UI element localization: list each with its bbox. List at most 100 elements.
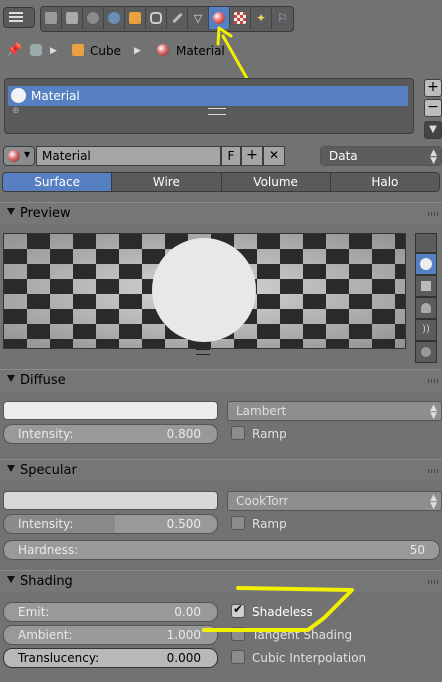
annotation-highlight — [202, 586, 354, 632]
modifier-icon[interactable] — [167, 7, 188, 29]
add-slot-button[interactable]: + — [424, 79, 442, 97]
diffuse-panel-header[interactable]: Diffuse — [0, 369, 442, 391]
material-browse-button[interactable]: ▼ — [3, 146, 35, 166]
translucency-value: 0.000 — [166, 651, 201, 665]
specular-hardness-value: 50 — [409, 543, 425, 557]
constraints-icon[interactable] — [146, 7, 167, 29]
tab-wire[interactable]: Wire — [112, 173, 222, 191]
unlink-material-button[interactable]: ✕ — [263, 146, 285, 166]
diffuse-color-swatch[interactable] — [3, 401, 218, 420]
preview-resize-grip[interactable] — [196, 349, 210, 355]
material-type-tabs: Surface Wire Volume Halo — [2, 172, 440, 192]
remove-slot-button[interactable]: − — [424, 99, 442, 117]
specular-panel-header[interactable]: Specular — [0, 459, 442, 481]
link-dropdown-value: Data — [329, 149, 358, 163]
slot-specials-button[interactable]: ▼ — [424, 121, 442, 139]
crumb-sep-icon: ▶ — [134, 46, 141, 56]
preview-type-toolbar: )) — [415, 233, 439, 363]
emit-field[interactable]: Emit: 0.00 — [3, 602, 218, 622]
collapse-icon — [7, 375, 15, 382]
translucency-label: Translucency: — [18, 651, 100, 665]
specular-color-swatch[interactable] — [3, 491, 218, 510]
ambient-field[interactable]: Ambient: 1.000 — [3, 625, 218, 645]
material-name-text: Material — [42, 149, 91, 163]
preview-panel-header[interactable]: Preview — [0, 202, 442, 224]
fake-user-button[interactable]: F — [221, 146, 241, 166]
tab-halo[interactable]: Halo — [330, 173, 439, 191]
world-icon[interactable] — [104, 7, 125, 29]
diffuse-shader-dropdown[interactable]: Lambert ▲ ▼ — [227, 401, 442, 421]
list-item[interactable]: Material — [8, 86, 408, 106]
collapse-icon — [7, 576, 15, 583]
diffuse-ramp-label: Ramp — [252, 427, 287, 441]
shading-title: Shading — [20, 574, 73, 589]
crumb-object[interactable]: Cube — [90, 44, 121, 58]
emit-label: Emit: — [18, 605, 50, 619]
specular-intensity-value: 0.500 — [166, 517, 201, 531]
preview-cube-icon[interactable] — [415, 275, 437, 297]
specular-ramp-label: Ramp — [252, 517, 287, 531]
updown-icon: ▲ ▼ — [430, 403, 437, 421]
breadcrumb: 📌 ▶ Cube ▶ Material — [0, 38, 442, 64]
collapse-icon — [7, 208, 15, 215]
object-data-glyph: ▽ — [193, 11, 203, 25]
material-name-field[interactable]: Material — [36, 146, 221, 166]
cube-icon — [72, 44, 84, 56]
physics-icon[interactable]: ⚐ — [272, 7, 293, 29]
diffuse-intensity-value: 0.800 — [166, 427, 201, 441]
diffuse-title: Diffuse — [20, 373, 66, 388]
link-dropdown[interactable]: Data ▲ ▼ — [320, 146, 442, 166]
tab-volume[interactable]: Volume — [221, 173, 331, 191]
render-layers-icon[interactable] — [62, 7, 83, 29]
specular-title: Specular — [20, 463, 77, 478]
updown-icon: ▲ ▼ — [430, 148, 437, 166]
editor-type-icon — [9, 12, 23, 23]
tab-surface[interactable]: Surface — [3, 173, 113, 191]
material-browse-icon — [8, 150, 20, 162]
chevron-down-icon: ▼ — [24, 150, 31, 159]
editor-type-button[interactable] — [3, 7, 35, 28]
specular-shader-dropdown[interactable]: CookTorr ▲ ▼ — [227, 491, 442, 511]
physics-glyph: ⚐ — [277, 11, 288, 25]
fake-user-label: F — [227, 149, 235, 163]
panel-grip-icon — [428, 379, 438, 383]
plus-icon: + — [246, 147, 258, 163]
diffuse-ramp-checkbox[interactable] — [231, 426, 245, 440]
specular-shader-value: CookTorr — [236, 494, 289, 508]
collapse-icon — [7, 465, 15, 472]
translucency-field[interactable]: Translucency: 0.000 — [3, 648, 218, 668]
material-preview — [3, 233, 406, 349]
panel-grip-icon — [428, 469, 438, 473]
list-resize-grip[interactable] — [208, 108, 226, 115]
preview-sky-icon[interactable] — [415, 341, 437, 363]
crumb-material[interactable]: Material — [176, 44, 225, 58]
pin-icon[interactable]: 📌 — [6, 43, 22, 58]
specular-ramp-checkbox[interactable] — [231, 516, 245, 530]
diffuse-shader-value: Lambert — [236, 404, 287, 418]
new-material-button[interactable]: + — [241, 146, 263, 166]
scene-crumb-icon — [30, 44, 42, 56]
render-icon[interactable] — [41, 7, 62, 29]
panel-grip-icon — [428, 212, 438, 216]
cubic-interpolation-label: Cubic Interpolation — [252, 651, 367, 665]
specular-hardness-field[interactable]: Hardness: 50 — [3, 540, 440, 560]
specular-intensity-field[interactable]: Intensity: 0.500 — [3, 514, 218, 534]
preview-sphere — [152, 238, 256, 342]
updown-icon: ▲ ▼ — [430, 493, 437, 511]
cubic-interpolation-checkbox[interactable] — [231, 650, 245, 664]
close-icon: ✕ — [268, 148, 280, 162]
specular-hardness-label: Hardness: — [18, 543, 79, 557]
preview-title: Preview — [20, 206, 71, 221]
crumb-sep-icon: ▶ — [50, 46, 57, 56]
diffuse-intensity-field[interactable]: Intensity: 0.800 — [3, 424, 218, 444]
object-icon[interactable] — [125, 7, 146, 29]
list-filter-icon[interactable]: ⊕ — [12, 106, 20, 116]
ambient-label: Ambient: — [18, 628, 73, 642]
scene-icon[interactable] — [83, 7, 104, 29]
preview-monkey-icon[interactable] — [415, 297, 437, 319]
preview-sphere-icon[interactable] — [415, 253, 437, 275]
list-item-label: Material — [31, 89, 80, 103]
panel-grip-icon — [428, 580, 438, 584]
preview-hair-icon[interactable]: )) — [415, 319, 437, 341]
preview-plane-icon[interactable] — [415, 233, 437, 253]
